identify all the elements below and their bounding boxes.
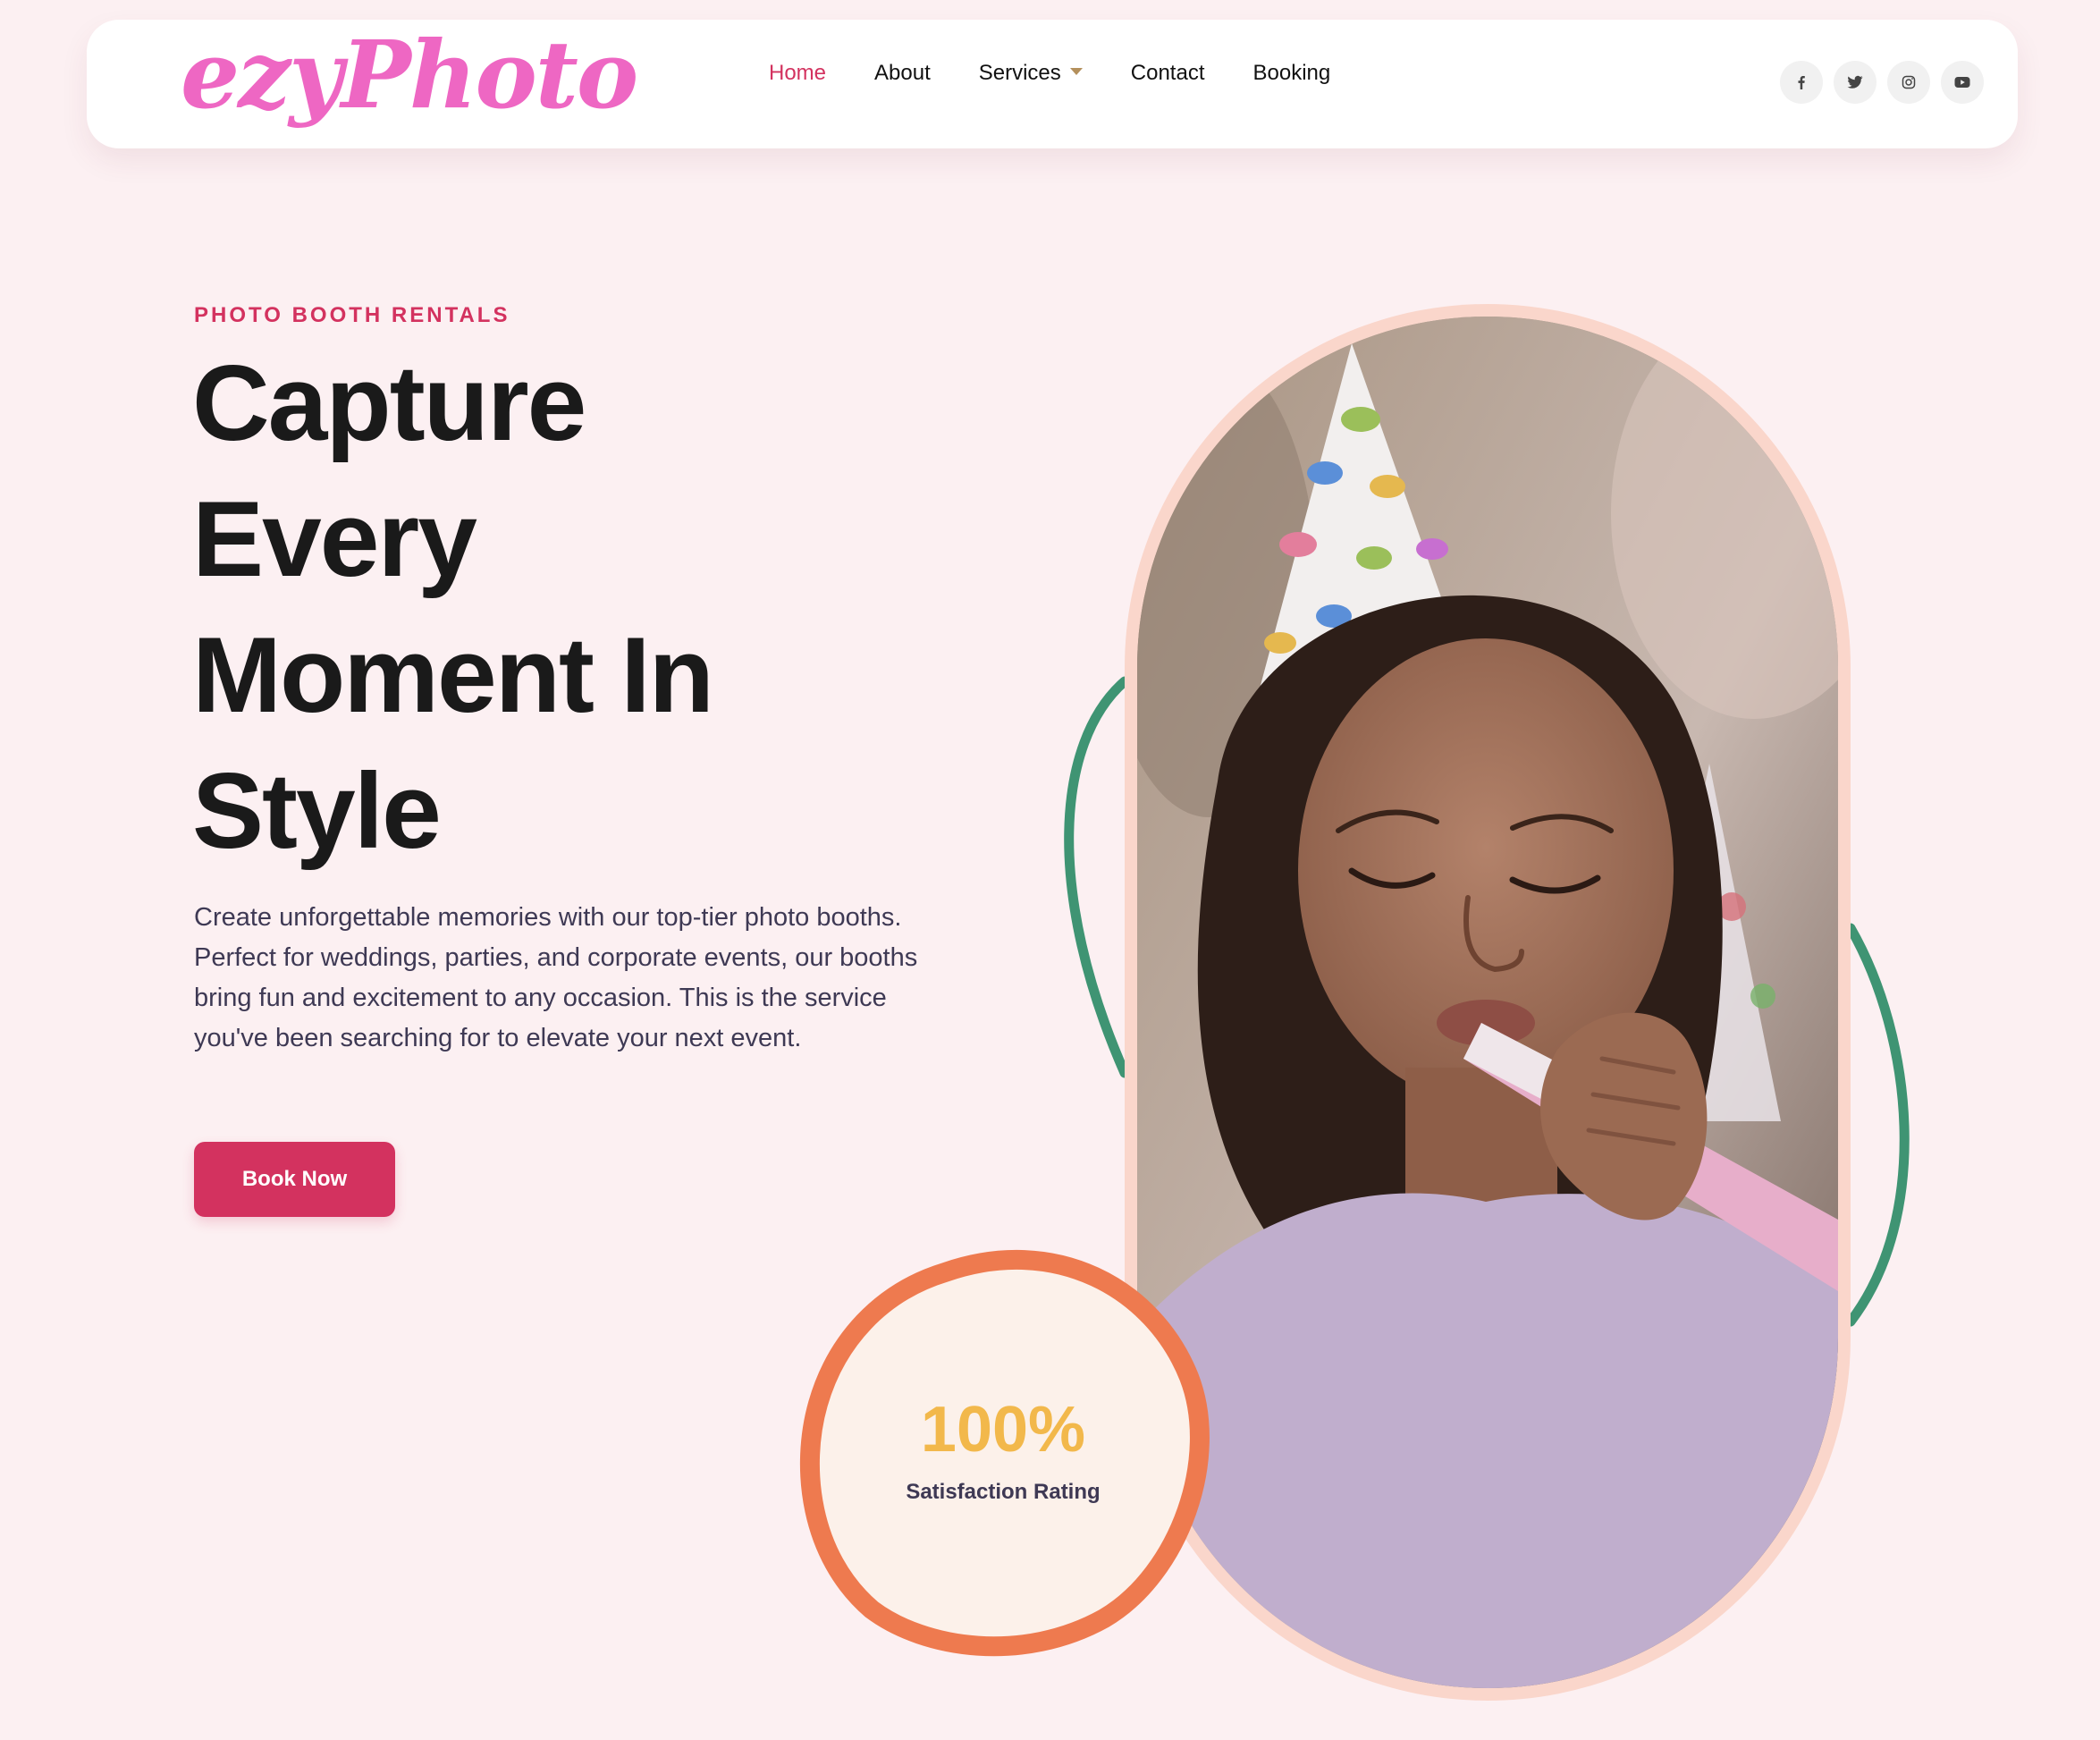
headline-line: Every xyxy=(192,479,477,599)
hero-eyebrow: PHOTO BOOTH RENTALS xyxy=(194,303,510,327)
nav-item-label: Home xyxy=(769,61,827,85)
hero-description: Create unforgettable memories with our t… xyxy=(194,903,918,1052)
book-now-button[interactable]: Book Now xyxy=(194,1142,395,1217)
nav-item-label: About xyxy=(874,61,931,85)
rating-label: Satisfaction Rating xyxy=(906,1480,1101,1504)
nav-item-home[interactable]: Home xyxy=(769,61,826,86)
headline-line: Moment In xyxy=(192,615,714,735)
twitter-icon xyxy=(1847,75,1863,89)
nav-item-about[interactable]: About xyxy=(874,61,931,86)
facebook-link[interactable] xyxy=(1780,61,1823,104)
hero-photo xyxy=(1137,317,1838,1688)
headline-line: Style xyxy=(192,751,442,871)
nav-item-label: Services xyxy=(978,61,1061,85)
headline-line: Capture xyxy=(192,343,586,463)
site-header: ezyPhoto Home About Services Contact Boo… xyxy=(87,20,2018,148)
main-nav: Home About Services Contact Booking xyxy=(769,61,1330,86)
logo[interactable]: ezyPhoto xyxy=(181,29,638,122)
nav-item-label: Contact xyxy=(1130,61,1205,85)
nav-item-booking[interactable]: Booking xyxy=(1253,61,1331,86)
hero-photo-frame xyxy=(1125,304,1851,1701)
social-links xyxy=(1780,61,1984,104)
twitter-link[interactable] xyxy=(1834,61,1877,104)
child-with-party-horn-photo xyxy=(1137,317,1838,1688)
youtube-link[interactable] xyxy=(1941,61,1984,104)
instagram-link[interactable] xyxy=(1887,61,1930,104)
caret-down-icon xyxy=(1069,68,1083,75)
youtube-icon xyxy=(1954,77,1970,88)
instagram-icon xyxy=(1902,75,1916,89)
nav-item-label: Booking xyxy=(1252,61,1331,85)
nav-item-services[interactable]: Services xyxy=(979,61,1083,86)
rating-value: 100% xyxy=(920,1394,1086,1465)
hero-headline: Capture Every Moment In Style xyxy=(192,335,818,879)
facebook-icon xyxy=(1798,76,1805,89)
nav-item-contact[interactable]: Contact xyxy=(1131,61,1205,86)
